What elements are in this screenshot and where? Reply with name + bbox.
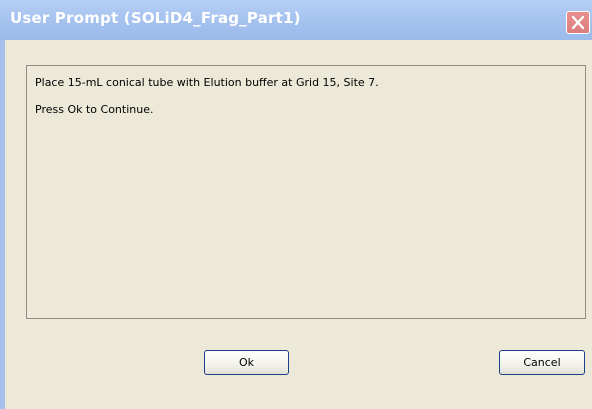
window-title: User Prompt (SOLiD4_Frag_Part1) bbox=[10, 9, 301, 27]
user-prompt-dialog: User Prompt (SOLiD4_Frag_Part1) Place 15… bbox=[0, 0, 592, 409]
close-icon bbox=[571, 15, 585, 30]
message-panel: Place 15-mL conical tube with Elution bu… bbox=[26, 65, 586, 319]
continue-text: Press Ok to Continue. bbox=[35, 103, 154, 116]
instruction-text: Place 15-mL conical tube with Elution bu… bbox=[35, 76, 379, 89]
cancel-button[interactable]: Cancel bbox=[499, 350, 585, 375]
ok-button[interactable]: Ok bbox=[204, 350, 289, 375]
title-bar[interactable]: User Prompt (SOLiD4_Frag_Part1) bbox=[0, 0, 592, 40]
close-button[interactable] bbox=[566, 11, 590, 34]
window-frame-edge bbox=[0, 40, 5, 409]
